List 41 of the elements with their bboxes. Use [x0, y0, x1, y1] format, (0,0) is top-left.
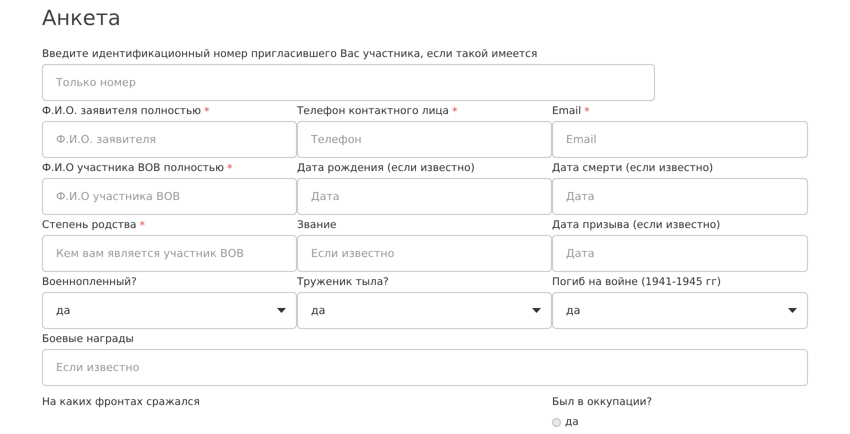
field-label: На каких фронтах сражался	[42, 396, 200, 408]
input-field[interactable]: Дата	[297, 178, 552, 215]
required-asterisk: *	[584, 104, 590, 118]
radio-button[interactable]	[552, 418, 561, 426]
field-label: Был в оккупации?	[552, 396, 652, 408]
field-label: Боевые награды	[42, 333, 134, 345]
field-label: Ф.И.О. заявителя полностью	[42, 105, 202, 117]
field-label: Дата призыва (если известно)	[552, 219, 720, 231]
field-label: Дата рождения (если известно)	[297, 162, 475, 174]
input-field[interactable]: Если известно	[42, 349, 808, 386]
field-label: Военнопленный?	[42, 276, 137, 288]
field-label: Введите идентификационный номер пригласившего Вас участника, если такой имеется	[42, 48, 538, 60]
field-label: Степень родства	[42, 219, 136, 231]
input-field[interactable]: Ф.И.О. заявителя	[42, 121, 297, 158]
dropdown[interactable]: да	[552, 292, 808, 329]
field-label: Ф.И.О участника ВОВ полностью	[42, 162, 224, 174]
input-field[interactable]: Дата	[552, 235, 808, 272]
radio-option[interactable]: да	[552, 416, 579, 428]
caret-icon	[277, 308, 286, 313]
required-asterisk: *	[204, 104, 210, 118]
input-field[interactable]: Если известно	[297, 235, 552, 272]
required-asterisk: *	[226, 162, 232, 174]
field-label: Труженик тыла?	[297, 276, 389, 288]
input-field[interactable]: Кем вам является участник ВОВ	[42, 235, 297, 272]
input-field[interactable]: Только номер	[42, 64, 655, 101]
input-field[interactable]: Ф.И.О участника ВОВ	[42, 178, 297, 215]
field-label: Email	[552, 105, 582, 117]
required-asterisk: *	[452, 104, 458, 118]
required-asterisk: *	[140, 218, 145, 232]
input-field[interactable]: Телефон	[297, 121, 552, 158]
input-field[interactable]: Email	[552, 121, 808, 158]
field-label: Дата смерти (если известно)	[552, 162, 714, 174]
dropdown[interactable]: да	[42, 292, 297, 329]
field-label: Звание	[297, 219, 337, 231]
field-label: Погиб на войне (1941-1945 гг)	[552, 276, 722, 288]
input-field[interactable]: Дата	[552, 178, 808, 215]
form-title: Анкета	[42, 6, 122, 30]
caret-icon	[532, 308, 541, 313]
field-label: Телефон контактного лица	[297, 105, 449, 117]
dropdown[interactable]: да	[297, 292, 552, 329]
caret-icon	[788, 308, 797, 313]
